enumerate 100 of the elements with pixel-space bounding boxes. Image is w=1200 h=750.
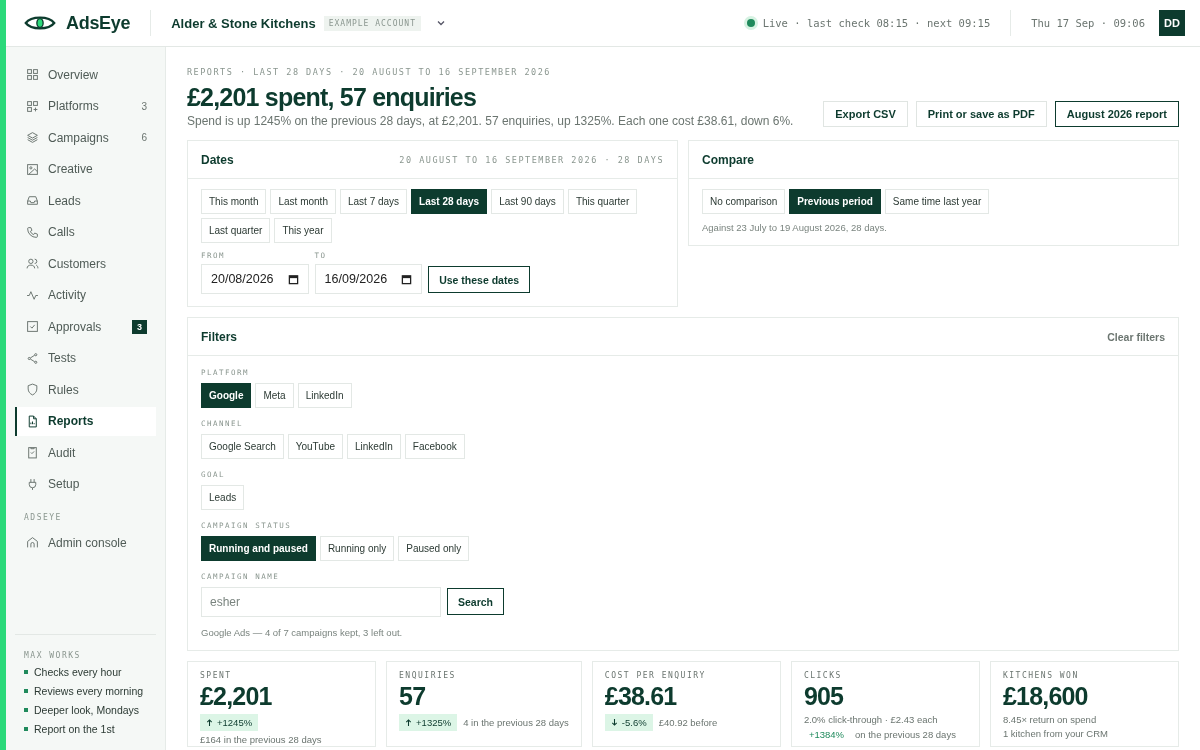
nav-item[interactable]: Tests — [15, 343, 156, 373]
filter-option[interactable]: Google Search — [201, 434, 284, 459]
date-field[interactable]: 20/08/2026 — [201, 264, 309, 294]
nav-icon — [26, 446, 39, 459]
preset-button[interactable]: Last month — [270, 189, 336, 214]
nav-count: 3 — [141, 100, 147, 112]
nav-icon — [26, 257, 39, 270]
app-name: AdsEye — [66, 12, 131, 34]
nav-item[interactable]: Approvals 3 — [15, 312, 156, 341]
nav-icon — [26, 351, 39, 365]
preset-button[interactable]: Last 28 days — [411, 189, 488, 214]
filter-option[interactable]: Meta — [255, 383, 294, 408]
filter-option[interactable]: Facebook — [404, 434, 465, 459]
change-badge: +1245% — [200, 713, 259, 731]
clear-filters-link[interactable]: Clear filters — [1107, 330, 1165, 343]
nav-icon — [26, 194, 39, 207]
nav-item[interactable]: Audit — [15, 438, 156, 467]
date-time: Thu 17 Sep · 09:06 — [1031, 17, 1145, 29]
bullet-icon — [24, 708, 28, 712]
nav-icon — [26, 536, 39, 549]
filter-option[interactable]: LinkedIn — [297, 383, 352, 408]
account-tag: EXAMPLE ACCOUNT — [323, 15, 421, 31]
preset-button[interactable]: This year — [274, 218, 332, 243]
nav-item[interactable]: Calls — [15, 217, 156, 247]
section-label: MAX WORKS — [24, 651, 82, 660]
campaign-name-field[interactable]: esher — [201, 587, 441, 617]
nav-badge: 3 — [132, 319, 147, 334]
nav-item[interactable]: Leads — [15, 186, 156, 215]
calendar-icon[interactable] — [401, 273, 413, 285]
change-badge: +1325% — [399, 713, 458, 731]
metric-label: ENQUIRIES — [399, 671, 457, 680]
apply-button[interactable]: Use these dates — [428, 266, 531, 293]
preset-button[interactable]: Last 7 days — [339, 189, 408, 214]
nav-item[interactable]: Overview — [15, 60, 156, 89]
metric-value: 905 — [803, 683, 845, 711]
user-avatar[interactable]: DD — [1159, 10, 1185, 36]
nav-item[interactable]: Platforms 3 — [15, 91, 156, 121]
nav-icon — [26, 383, 39, 396]
nav-item[interactable]: Activity — [15, 280, 156, 310]
compare-option[interactable]: Same time last year — [884, 189, 990, 214]
metric-note: 4 in the previous 28 days — [463, 716, 569, 728]
compare-option[interactable]: Previous period — [789, 189, 881, 214]
filter-option[interactable]: Paused only — [398, 536, 470, 561]
filter-option[interactable]: Running and paused — [201, 536, 316, 561]
filter-option[interactable]: YouTube — [287, 434, 343, 459]
bullet-icon — [24, 727, 28, 731]
nav-item[interactable]: Campaigns 6 — [15, 123, 156, 152]
nav-icon — [26, 414, 39, 428]
eye-logo-icon — [24, 14, 56, 32]
filter-note: Google Ads — 4 of 7 campaigns kept, 3 left out. — [201, 627, 404, 638]
change-text: +1384% — [807, 727, 845, 741]
bullet-icon — [24, 689, 28, 693]
account-name[interactable]: Alder & Stone Kitchens — [171, 15, 316, 31]
metric-note: on the previous 28 days — [855, 728, 956, 740]
calendar-icon[interactable] — [287, 273, 299, 285]
preset-button[interactable]: Last quarter — [201, 218, 271, 243]
metric-label: KITCHENS WON — [1002, 671, 1080, 680]
schedule-text: Checks every hour — [34, 666, 122, 678]
change-badge: -5.6% — [604, 713, 653, 731]
card-title: Compare — [702, 152, 754, 167]
preset-button[interactable]: Last 90 days — [491, 189, 564, 214]
nav-item[interactable]: Admin console — [15, 528, 156, 557]
compare-note: Against 23 July to 19 August 2026, 28 days. — [702, 222, 888, 233]
schedule-text: Reviews every morning — [34, 685, 144, 697]
compare-option[interactable]: No comparison — [702, 189, 786, 214]
schedule-text: Deeper look, Mondays — [34, 704, 140, 716]
nav-icon — [26, 225, 39, 239]
filter-option[interactable]: Google — [201, 383, 252, 408]
status-text: Live · last check 08:15 · next 09:15 — [762, 17, 991, 29]
nav-item[interactable]: Creative — [15, 154, 156, 184]
nav-item[interactable]: Rules — [15, 375, 156, 404]
metric-label: SPENT — [200, 671, 233, 680]
filter-option[interactable]: Leads — [201, 485, 245, 510]
filter-option[interactable]: LinkedIn — [347, 434, 401, 459]
action-button[interactable]: August 2026 report — [1054, 101, 1179, 127]
nav-icon — [26, 68, 39, 81]
metric-value: £2,201 — [200, 683, 273, 711]
nav-icon — [26, 320, 39, 333]
metric-note: 1 kitchen from your CRM — [1002, 727, 1108, 739]
summary-text: Spend is up 1245% on the previous 28 days, at £2,201. 57 enquiries, up 1325%. Each one cost £38.61, down 6%. — [187, 114, 794, 128]
card-title: Filters — [201, 329, 237, 344]
nav-item[interactable]: Customers — [15, 249, 156, 278]
search-button[interactable]: Search — [447, 588, 505, 615]
preset-button[interactable]: This quarter — [567, 189, 638, 214]
nav-item[interactable]: Setup — [15, 469, 156, 499]
preset-button[interactable]: This month — [201, 189, 267, 214]
nav-icon — [26, 131, 39, 144]
metric-label: CLICKS — [803, 671, 843, 680]
action-button[interactable]: Print or save as PDF — [915, 101, 1047, 127]
section-label: ADSEYE — [24, 513, 63, 522]
action-button[interactable]: Export CSV — [823, 101, 908, 127]
breadcrumb: REPORTS · LAST 28 DAYS · 20 AUGUST TO 16 SEPTEMBER 2026 — [187, 67, 552, 77]
nav-icon — [26, 99, 39, 113]
filter-option[interactable]: Running only — [319, 536, 395, 561]
nav-count: 6 — [141, 132, 147, 143]
nav-item[interactable]: Reports — [15, 406, 156, 436]
metric-note: 2.0% click-through · £2.43 each — [803, 713, 938, 725]
nav-icon — [26, 162, 39, 176]
metric-value: £18,600 — [1002, 683, 1089, 711]
date-field[interactable]: 16/09/2026 — [314, 264, 423, 294]
